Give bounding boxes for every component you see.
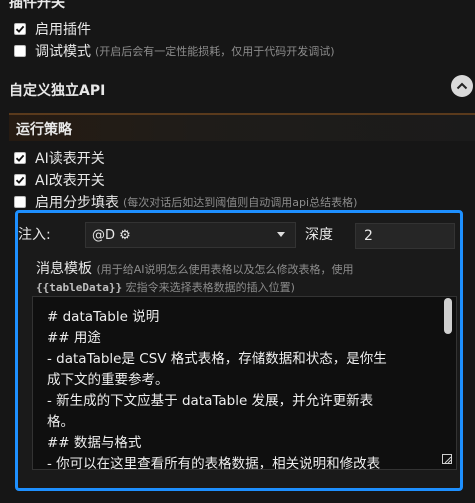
resize-handle-icon[interactable]	[442, 454, 452, 464]
debug-mode-label: 调试模式	[35, 44, 91, 60]
message-template-hint-rest: 宏指令来选择表格数据的插入位置)	[125, 281, 295, 294]
enable-plugin-checkbox[interactable]	[14, 23, 26, 35]
enable-plugin-row[interactable]: 启用插件	[14, 19, 91, 39]
depth-input[interactable]	[355, 223, 455, 249]
template-line: - 你可以在这里查看所有的表格数据，相关说明和修改表	[47, 456, 381, 470]
message-template-hint-line2: {{tableData}} 宏指令来选择表格数据的插入位置)	[36, 279, 295, 295]
message-template-hint: (用于给AI说明怎么使用表格以及怎么修改表格，使用	[96, 263, 354, 276]
template-line: # dataTable 说明	[47, 309, 160, 325]
depth-label: 深度	[305, 227, 333, 243]
debug-mode-checkbox[interactable]	[14, 45, 26, 57]
caret-down-icon	[277, 232, 285, 237]
checkmark-icon	[15, 176, 25, 184]
plugin-switch-title: 插件开关	[9, 0, 65, 11]
enable-plugin-label: 启用插件	[35, 22, 91, 38]
ai-edit-label: AI改表开关	[35, 173, 105, 189]
checkmark-icon	[15, 25, 25, 33]
custom-api-title: 自定义独立API	[9, 83, 106, 99]
debug-mode-hint: (开启后会有一定性能损耗，仅用于代码开发调试)	[95, 45, 335, 58]
injection-selected-value: @D ⚙	[92, 227, 131, 243]
step-fill-label: 启用分步填表	[35, 195, 119, 211]
ai-edit-checkbox[interactable]	[14, 174, 26, 186]
chevron-up-icon	[456, 82, 468, 90]
ai-read-checkbox[interactable]	[14, 152, 26, 164]
injection-label: 注入:	[18, 227, 51, 243]
template-line: 格。	[47, 414, 74, 430]
ai-read-label: AI读表开关	[35, 151, 105, 167]
template-line: - dataTable是 CSV 格式表格，存储数据和状态，是你生	[47, 351, 387, 367]
checkmark-icon	[15, 154, 25, 162]
strategy-header: 运行策略	[9, 113, 475, 141]
template-line: ## 用途	[47, 330, 101, 346]
step-fill-checkbox[interactable]	[14, 196, 26, 208]
injection-select[interactable]: @D ⚙	[85, 222, 296, 248]
textarea-scrollbar[interactable]	[444, 298, 452, 334]
message-template-textarea[interactable]: # dataTable 说明 ## 用途 - dataTable是 CSV 格式…	[32, 296, 457, 470]
step-fill-row[interactable]: 启用分步填表 (每次对话后如达到阈值则自动调用api总结表格)	[14, 192, 357, 212]
template-line: - 新生成的下文应基于 dataTable 发展，并允许更新表	[47, 393, 374, 409]
strategy-title: 运行策略	[16, 122, 72, 138]
template-line: 成下文的重要参考。	[47, 372, 169, 388]
table-data-macro: {{tableData}}	[36, 281, 123, 294]
message-template-label: 消息模板 (用于给AI说明怎么使用表格以及怎么修改表格，使用	[36, 258, 354, 278]
debug-mode-row[interactable]: 调试模式 (开启后会有一定性能损耗，仅用于代码开发调试)	[14, 41, 335, 61]
plugin-settings-panel: 插件开关 启用插件 调试模式 (开启后会有一定性能损耗，仅用于代码开发调试) 自…	[0, 0, 475, 503]
ai-read-row[interactable]: AI读表开关	[14, 148, 105, 168]
message-template-title: 消息模板	[36, 261, 92, 277]
step-fill-hint: (每次对话后如达到阈值则自动调用api总结表格)	[123, 196, 358, 209]
ai-edit-row[interactable]: AI改表开关	[14, 170, 105, 190]
collapse-button[interactable]	[451, 75, 473, 97]
template-line: ## 数据与格式	[47, 435, 142, 451]
